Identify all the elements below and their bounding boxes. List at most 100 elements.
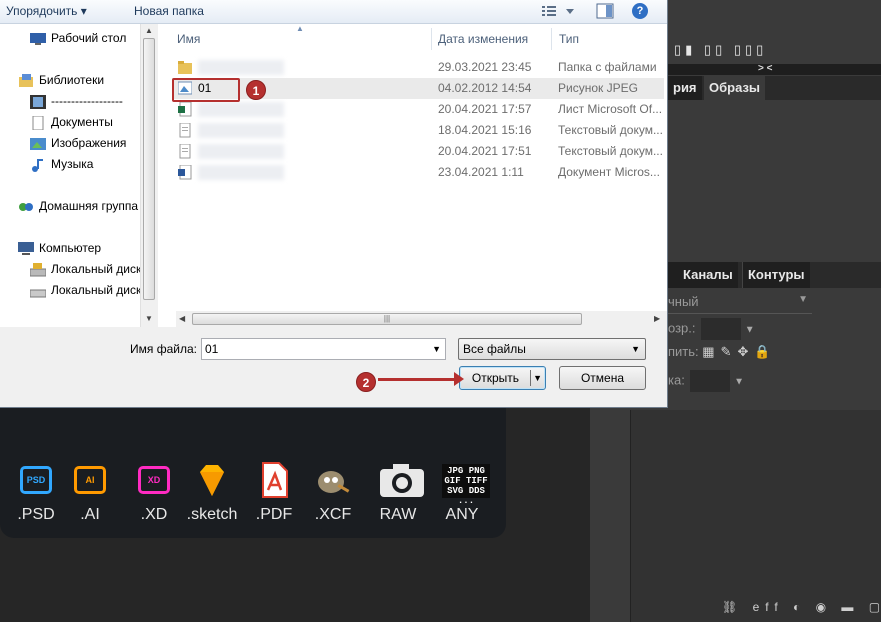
format-label: RAW <box>379 506 417 523</box>
music-icon <box>30 158 46 172</box>
organize-button[interactable]: Упорядочить ▾ <box>6 4 87 18</box>
camera-icon <box>378 460 424 500</box>
view-options-icon[interactable] <box>542 4 576 21</box>
file-row[interactable]: 23.04.2021 1:11 Документ Micros... <box>172 162 664 183</box>
excel-file-icon <box>178 101 192 117</box>
column-date-header[interactable]: Дата изменения <box>438 24 528 54</box>
file-list: Имя ▲ Дата изменения Тип 29.03.2021 23:4… <box>158 24 667 327</box>
nav-scroll-thumb[interactable] <box>143 38 155 300</box>
nav-item-videos[interactable]: ------------------ <box>30 91 123 111</box>
tab-layers-stub[interactable] <box>668 262 678 288</box>
column-type-header[interactable]: Тип <box>559 24 579 54</box>
layers-tabs: Каналы Контуры <box>668 262 881 288</box>
chevron-left-icon[interactable]: ◀ <box>179 314 185 323</box>
lock-icons[interactable]: ▦✎✥🔒 <box>702 344 776 359</box>
step-badge-2: 2 <box>356 372 376 392</box>
nav-label: Домашняя группа <box>39 199 139 213</box>
nav-label: Музыка <box>51 157 94 171</box>
nav-item-computer[interactable]: Компьютер <box>18 238 101 258</box>
lock-row: пить: ▦✎✥🔒 <box>668 344 777 360</box>
nav-label: Локальный диск <box>51 283 142 297</box>
chevron-down-icon[interactable]: ▼ <box>745 324 755 335</box>
format-item: RAW <box>368 460 428 524</box>
open-button[interactable]: Открыть ▼ <box>459 366 546 390</box>
chevron-down-icon[interactable]: ▼ <box>533 367 542 389</box>
blurred-file-name <box>198 165 284 180</box>
disk-icon <box>29 284 47 298</box>
pointer-arrow-icon <box>378 372 464 386</box>
filetype-select[interactable]: Все файлы ▼ <box>458 338 646 360</box>
new-folder-button[interactable]: Новая папка <box>134 4 204 18</box>
nav-scrollbar[interactable]: ▲ ▼ <box>140 24 157 327</box>
file-type: Документ Micros... <box>558 165 660 179</box>
h-scroll-thumb[interactable]: ||| <box>192 313 582 325</box>
file-row[interactable]: 20.04.2021 17:57 Лист Microsoft Of... <box>172 99 664 120</box>
chevron-down-icon[interactable]: ▼ <box>432 339 441 359</box>
blurred-file-name <box>198 123 284 138</box>
chevron-down-icon[interactable]: ▼ <box>145 314 153 323</box>
file-highlight-box <box>172 78 240 102</box>
cancel-button[interactable]: Отмена <box>559 366 646 390</box>
chevron-down-icon[interactable]: ▼ <box>734 376 744 387</box>
preview-pane-icon[interactable] <box>596 3 614 22</box>
layer-actions-icons[interactable]: ⛓ eff ◐ ◉ ▬ ▢ 🗑 <box>722 600 881 614</box>
chevron-up-icon[interactable]: ▲ <box>145 26 153 35</box>
format-item: AI .AI <box>60 460 120 524</box>
format-item: JPG PNG GIF TIFF SVG DDS... ANY <box>432 460 492 524</box>
file-type: Папка с файлами <box>558 60 657 74</box>
navigation-pane: Рабочий стол Библиотеки ----------------… <box>0 24 157 327</box>
blurred-file-name <box>198 60 284 75</box>
file-row[interactable]: 18.04.2021 15:16 Текстовый докум... <box>172 120 664 141</box>
lock-label: пить: <box>668 344 699 359</box>
horizontal-scrollbar[interactable]: ◀ ||| ▶ <box>176 311 667 327</box>
blend-mode-value: чный <box>668 294 699 309</box>
chevron-down-icon: ▼ <box>798 294 808 305</box>
column-divider[interactable] <box>431 28 432 50</box>
nav-item-pictures[interactable]: Изображения <box>30 133 126 153</box>
format-label: .XD <box>140 506 168 523</box>
align-icons[interactable]: ▯▮ ▯▯ ▯▯▯ <box>674 42 767 58</box>
pictures-icon <box>30 137 46 151</box>
tab-history[interactable]: рия <box>668 76 702 100</box>
sketch-icon <box>192 460 232 500</box>
tab-swatches[interactable]: Образы <box>704 76 766 100</box>
desktop-icon <box>30 32 46 46</box>
file-row[interactable]: 20.04.2021 17:51 Текстовый докум... <box>172 141 664 162</box>
blurred-file-name <box>198 144 284 159</box>
blurred-file-name <box>198 102 284 117</box>
column-name-header[interactable]: Имя <box>177 24 200 54</box>
step-badge-1: 1 <box>246 80 266 100</box>
nav-item-disk-1[interactable]: Локальный диск <box>29 259 141 279</box>
opacity-row: озр.: ▼ <box>668 318 755 340</box>
nav-item-documents[interactable]: Документы <box>30 112 113 132</box>
collapse-panels-icon[interactable]: > < <box>758 63 772 74</box>
format-item: .PDF <box>244 460 304 524</box>
column-divider[interactable] <box>551 28 552 50</box>
video-icon <box>30 94 46 109</box>
nav-item-homegroup[interactable]: Домашняя группа <box>18 196 138 216</box>
nav-item-desktop[interactable]: Рабочий стол <box>30 28 126 48</box>
text-file-icon <box>178 122 192 138</box>
chevron-right-icon[interactable]: ▶ <box>654 314 660 323</box>
nav-item-libraries[interactable]: Библиотеки <box>18 70 104 90</box>
tab-paths[interactable]: Контуры <box>742 262 810 288</box>
file-date: 20.04.2021 17:57 <box>438 102 532 116</box>
cancel-button-label: Отмена <box>580 371 625 385</box>
nav-label: ------------------ <box>51 94 123 108</box>
format-code: PSD <box>26 475 46 485</box>
history-panel <box>668 100 881 260</box>
nav-label: Библиотеки <box>39 73 105 87</box>
nav-item-music[interactable]: Музыка <box>30 154 93 174</box>
blend-mode-dropdown[interactable]: чный ▼ <box>668 292 812 314</box>
filename-input[interactable]: 01 ▼ <box>201 338 446 360</box>
history-tabs: рия Образы <box>668 76 881 100</box>
opacity-label: озр.: <box>668 320 696 336</box>
tab-channels[interactable]: Каналы <box>678 262 738 288</box>
file-row[interactable]: 29.03.2021 23:45 Папка с файлами <box>172 57 664 78</box>
opacity-field[interactable] <box>701 318 742 340</box>
any-format-icon: JPG PNG GIF TIFF SVG DDS... <box>442 460 490 506</box>
fill-field[interactable] <box>690 370 731 392</box>
help-icon[interactable]: ? <box>632 3 648 19</box>
nav-item-disk-2[interactable]: Локальный диск <box>29 280 142 300</box>
format-item: XD .XD <box>124 460 184 524</box>
